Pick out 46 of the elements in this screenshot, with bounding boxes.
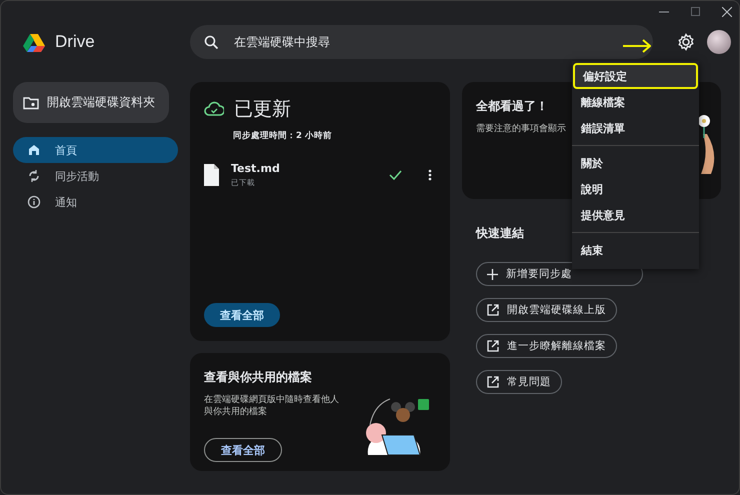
external-link-icon bbox=[487, 376, 499, 388]
menu-item[interactable]: 說明 bbox=[573, 176, 698, 202]
sidebar-item[interactable]: 首頁 bbox=[13, 137, 178, 163]
avatar[interactable] bbox=[707, 30, 731, 54]
menu-item[interactable]: 提供意見 bbox=[573, 202, 698, 228]
settings-icon[interactable] bbox=[677, 32, 695, 50]
drive-logo-icon bbox=[23, 32, 45, 52]
sidebar-item[interactable]: 通知 bbox=[13, 189, 178, 215]
sync-icon bbox=[27, 169, 41, 183]
card-description: 需要注意的事項會顯示 bbox=[476, 123, 566, 136]
section-title: 快速連結 bbox=[476, 225, 524, 242]
menu-item[interactable]: 錯誤清單 bbox=[573, 115, 698, 141]
quick-link-button[interactable]: 常見問題 bbox=[476, 370, 562, 394]
menu-item[interactable]: 離線檔案 bbox=[573, 89, 698, 115]
plus-icon bbox=[487, 268, 498, 280]
view-all-button[interactable]: 查看全部 bbox=[204, 303, 280, 327]
quick-link-button[interactable]: 進一步瞭解離線檔案 bbox=[476, 334, 617, 358]
file-name: Test.md bbox=[231, 162, 281, 175]
status-title: 已更新 bbox=[234, 97, 291, 122]
menu-item[interactable]: 偏好設定 bbox=[573, 63, 698, 89]
view-all-button[interactable]: 查看全部 bbox=[204, 438, 282, 462]
folder-icon bbox=[23, 95, 39, 110]
card-description: 在雲端硬碟網頁版中隨時查看他人與你共用的檔案 bbox=[204, 394, 340, 418]
cloud-check-icon bbox=[204, 100, 224, 118]
hand-with-flower-drawing bbox=[697, 114, 715, 174]
maximize-icon[interactable] bbox=[691, 7, 700, 16]
search-field[interactable]: 在雲端硬碟中搜尋 bbox=[232, 34, 639, 50]
menu-item[interactable]: 關於 bbox=[573, 150, 698, 176]
home-icon bbox=[27, 143, 41, 157]
file-icon bbox=[204, 164, 219, 186]
external-link-icon bbox=[487, 304, 499, 316]
sync-time: 同步處理時間：2 小時前 bbox=[233, 130, 333, 142]
external-link-icon bbox=[487, 340, 499, 352]
close-icon[interactable] bbox=[722, 7, 732, 17]
sidebar-item[interactable]: 同步活動 bbox=[13, 163, 178, 189]
quick-link-button[interactable]: 開啟雲端硬碟線上版 bbox=[476, 298, 617, 322]
search-icon bbox=[204, 34, 218, 48]
card-title: 查看與你共用的檔案 bbox=[204, 369, 312, 386]
info-icon bbox=[27, 195, 41, 209]
menu-item[interactable]: 結束 bbox=[573, 237, 698, 263]
open-folder-button[interactable]: 開啟雲端硬碟資料夾 bbox=[13, 82, 169, 123]
more-icon[interactable] bbox=[428, 169, 432, 181]
app-name: Drive bbox=[55, 32, 95, 52]
annotation-arrow bbox=[623, 39, 651, 53]
card-title: 全都看過了！ bbox=[476, 98, 548, 115]
search-bar[interactable]: 在雲端硬碟中搜尋 bbox=[190, 24, 653, 58]
